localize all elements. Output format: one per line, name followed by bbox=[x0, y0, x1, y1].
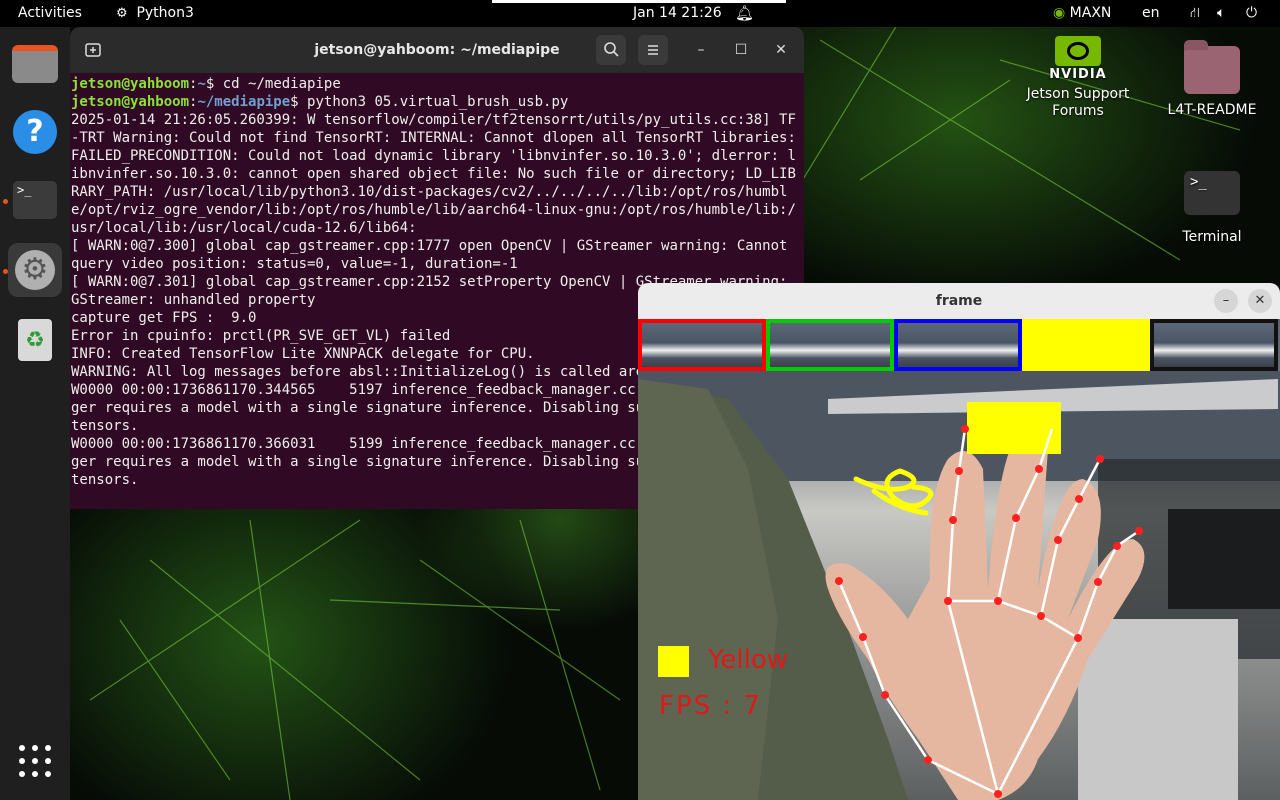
desktop-icon-l4t-readme[interactable]: L4T-README bbox=[1160, 40, 1264, 118]
terminal-line: 2025-01-14 21:26:05.260399: W tensorflow… bbox=[71, 112, 804, 236]
hamburger-menu-button[interactable] bbox=[638, 35, 668, 65]
clock[interactable]: Jan 14 21:26 bbox=[633, 0, 722, 27]
maximize-icon: ☐ bbox=[734, 42, 748, 58]
bell-icon[interactable]: 🔔︎ bbox=[735, 0, 754, 27]
frame-header-bar[interactable]: frame – ✕ bbox=[638, 283, 1280, 319]
minimize-icon: – bbox=[1222, 293, 1230, 308]
prompt-command: $ python3 05.virtual_brush_usb.py bbox=[290, 94, 569, 110]
top-panel: Activities ⚙ Python3 Jan 14 21:26 🔔︎ ◉ M… bbox=[0, 0, 1280, 27]
trash-icon: ♻ bbox=[18, 319, 52, 361]
folder-icon bbox=[1184, 40, 1240, 94]
dock-settings[interactable]: ⚙ bbox=[8, 243, 62, 297]
desktop-icon-label: Jetson Support Forums bbox=[1026, 86, 1130, 119]
fps-label: FPS : 7 bbox=[659, 691, 762, 721]
search-button[interactable] bbox=[596, 35, 626, 65]
power-icon[interactable]: ⏻ bbox=[1246, 0, 1257, 27]
hamburger-icon bbox=[648, 45, 658, 55]
desktop-icon-terminal[interactable]: >_ Terminal bbox=[1160, 171, 1264, 245]
selected-color-swatch bbox=[658, 646, 689, 677]
desktop-icon-label: Terminal bbox=[1182, 229, 1242, 245]
prompt-command: $ cd ~/mediapipe bbox=[205, 76, 341, 92]
close-icon: ✕ bbox=[1254, 293, 1266, 308]
dock-terminal[interactable]: >_ bbox=[8, 173, 62, 227]
minimize-icon: – bbox=[697, 42, 705, 58]
help-icon: ? bbox=[13, 110, 57, 154]
network-icon[interactable]: ⛙ bbox=[1190, 0, 1200, 27]
python-app-icon: ⚙ bbox=[116, 6, 128, 21]
frame-minimize-button[interactable]: – bbox=[1214, 289, 1238, 313]
frame-title: frame bbox=[935, 293, 983, 309]
power-mode-indicator[interactable]: ◉ MAXN bbox=[1053, 0, 1111, 27]
minimize-button[interactable]: – bbox=[686, 35, 716, 65]
app-menu-label: Python3 bbox=[136, 5, 194, 21]
hand-overlay bbox=[835, 425, 1143, 798]
prompt-path: ~/mediapipe bbox=[197, 94, 291, 110]
activities-button[interactable]: Activities bbox=[18, 0, 82, 27]
selected-color-label: Yellow bbox=[708, 645, 789, 675]
hand-landmarks bbox=[835, 425, 1143, 798]
frame-window[interactable]: frame – ✕ Yellow FPS: 7 bbox=[638, 283, 1280, 800]
files-icon bbox=[12, 45, 58, 83]
terminal-line: jetson@yahboom:~/mediapipe$ python3 05.v… bbox=[71, 93, 802, 111]
settings-gear-icon: ⚙ bbox=[15, 250, 55, 290]
search-icon bbox=[604, 42, 619, 57]
language-indicator[interactable]: en bbox=[1142, 0, 1160, 27]
app-menu[interactable]: ⚙ Python3 bbox=[116, 0, 194, 27]
prompt-path: ~ bbox=[197, 76, 206, 92]
dock-help[interactable]: ? bbox=[8, 105, 62, 159]
close-icon: ✕ bbox=[775, 42, 787, 58]
prompt-user: jetson@yahboom bbox=[71, 94, 190, 110]
dock: ? >_ ⚙ ♻ bbox=[0, 27, 70, 800]
desktop-icon-jetson-forums[interactable]: NVIDIA Jetson Support Forums bbox=[1018, 36, 1138, 120]
brush-stroke bbox=[853, 468, 934, 516]
terminal-line: [ WARN:0@7.300] global cap_gstreamer.cpp… bbox=[71, 238, 796, 272]
camera-feed[interactable]: Yellow FPS : 7 bbox=[638, 319, 1280, 800]
grid-icon bbox=[19, 745, 51, 777]
nvidia-logo-icon bbox=[1055, 36, 1101, 66]
power-mode-label: MAXN bbox=[1069, 5, 1112, 21]
hand-skeleton bbox=[837, 428, 1140, 796]
desktop-icon-label: L4T-README bbox=[1167, 102, 1257, 118]
terminal-icon: >_ bbox=[1184, 171, 1240, 215]
volume-icon[interactable]: 🔈︎ bbox=[1217, 0, 1225, 27]
nvidia-icon: ◉ bbox=[1053, 5, 1066, 21]
maximize-button[interactable]: ☐ bbox=[726, 35, 756, 65]
dock-files[interactable] bbox=[8, 37, 62, 91]
frame-close-button[interactable]: ✕ bbox=[1248, 289, 1272, 313]
dock-trash[interactable]: ♻ bbox=[8, 313, 62, 367]
terminal-line: jetson@yahboom:~$ cd ~/mediapipe bbox=[71, 75, 802, 93]
close-button[interactable]: ✕ bbox=[766, 35, 796, 65]
terminal-icon: >_ bbox=[13, 181, 57, 219]
terminal-header-bar[interactable]: jetson@yahboom: ~/mediapipe – ☐ ✕ bbox=[70, 27, 804, 73]
nvidia-logo-text: NVIDIA bbox=[1049, 67, 1107, 82]
prompt-user: jetson@yahboom bbox=[71, 76, 190, 92]
show-apps-grid-icon[interactable] bbox=[17, 743, 53, 779]
